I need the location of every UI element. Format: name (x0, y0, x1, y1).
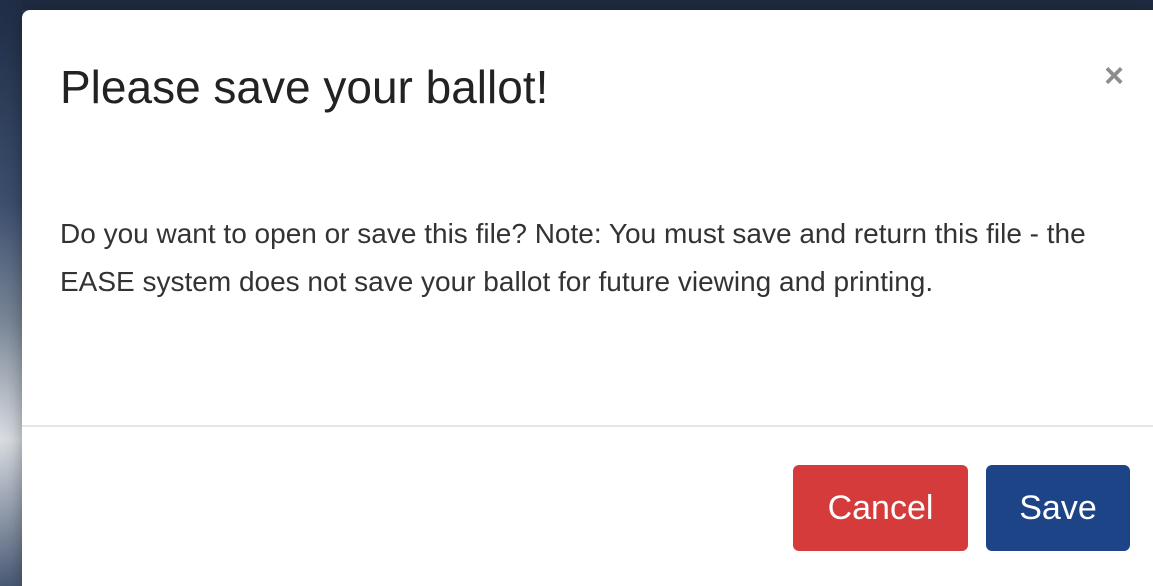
modal-backdrop-top (0, 0, 1153, 10)
modal-body-text: Do you want to open or save this file? N… (60, 218, 1086, 297)
close-icon[interactable]: × (1094, 56, 1134, 96)
modal-title: Please save your ballot! (60, 61, 549, 113)
modal-footer-divider (22, 425, 1153, 427)
cancel-button[interactable]: Cancel (793, 465, 968, 551)
save-button[interactable]: Save (986, 465, 1130, 551)
save-ballot-dialog: Please save your ballot! × Do you want t… (22, 10, 1153, 586)
modal-header: Please save your ballot! × (22, 10, 1153, 172)
modal-backdrop (0, 0, 22, 586)
